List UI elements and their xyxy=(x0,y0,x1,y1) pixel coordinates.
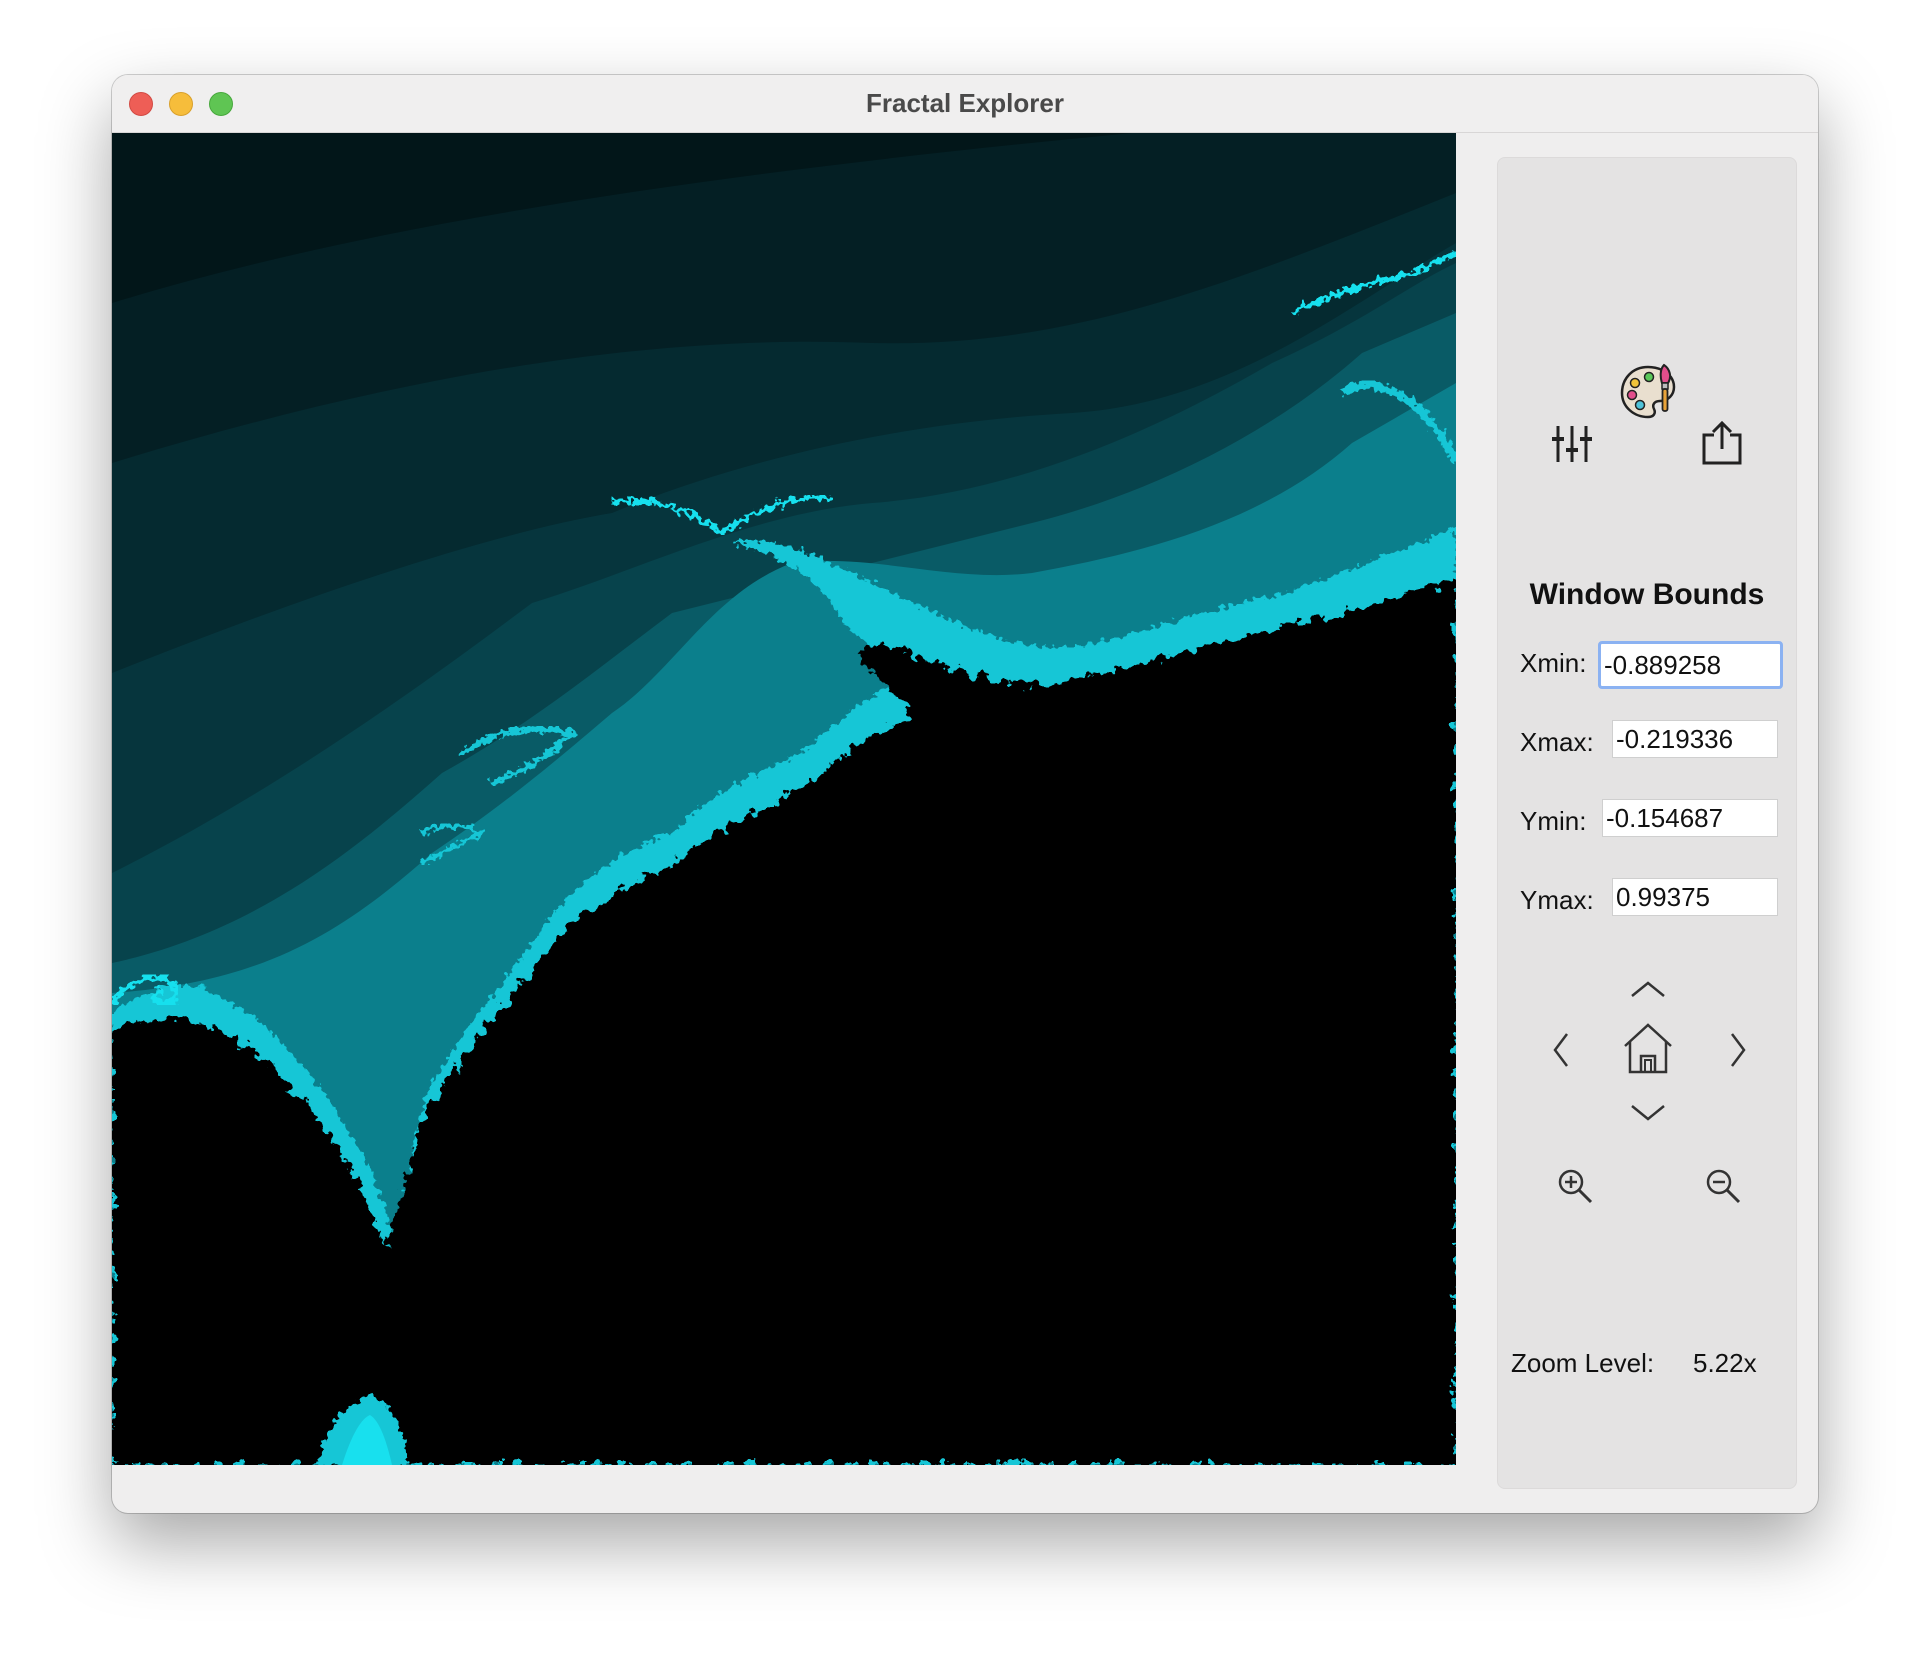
ymin-input[interactable] xyxy=(1602,799,1778,837)
zoom-in-icon xyxy=(1558,1169,1593,1204)
export-button[interactable] xyxy=(1698,418,1746,468)
zoom-out-icon xyxy=(1706,1169,1741,1204)
pan-right-button[interactable] xyxy=(1723,1028,1753,1072)
chevron-up-icon xyxy=(1631,981,1665,997)
reset-home-button[interactable] xyxy=(1621,1020,1675,1078)
ymin-label: Ymin: xyxy=(1520,806,1587,836)
ymax-label: Ymax: xyxy=(1520,885,1594,915)
palette-button[interactable] xyxy=(1618,361,1680,423)
xmin-input[interactable] xyxy=(1598,641,1783,689)
pan-left-button[interactable] xyxy=(1546,1028,1576,1072)
xmax-input[interactable] xyxy=(1612,720,1778,758)
fractal-render xyxy=(112,133,1456,1465)
chevron-down-icon xyxy=(1631,1105,1665,1121)
control-panel: Window Bounds Xmin: Xmax: Ymin: Ymax: xyxy=(1497,157,1797,1489)
sliders-icon xyxy=(1552,426,1592,462)
title-bar: Fractal Explorer xyxy=(112,75,1818,133)
chevron-left-icon xyxy=(1553,1033,1568,1067)
palette-icon xyxy=(1620,363,1676,419)
share-icon xyxy=(1702,421,1742,465)
app-window: Fractal Explorer Window Bounds Xmin: -0.… xyxy=(112,75,1818,1513)
zoom-level-label: Zoom Level: xyxy=(1511,1348,1655,1378)
zoom-out-button[interactable] xyxy=(1701,1164,1745,1208)
zoom-in-button[interactable] xyxy=(1553,1164,1597,1208)
window-bounds-title: Window Bounds xyxy=(1529,578,1765,611)
pan-up-button[interactable] xyxy=(1626,976,1670,1004)
xmin-label: Xmin: xyxy=(1520,648,1587,678)
fractal-canvas[interactable] xyxy=(112,133,1456,1465)
pan-down-button[interactable] xyxy=(1626,1098,1670,1126)
zoom-level-value: 5.22x xyxy=(1693,1348,1757,1378)
home-icon xyxy=(1624,1023,1672,1074)
chevron-right-icon xyxy=(1731,1033,1746,1067)
settings-sliders-button[interactable] xyxy=(1548,420,1596,468)
xmax-label: Xmax: xyxy=(1520,727,1594,757)
ymax-input[interactable] xyxy=(1612,878,1778,916)
window-title: Fractal Explorer xyxy=(866,88,1064,118)
